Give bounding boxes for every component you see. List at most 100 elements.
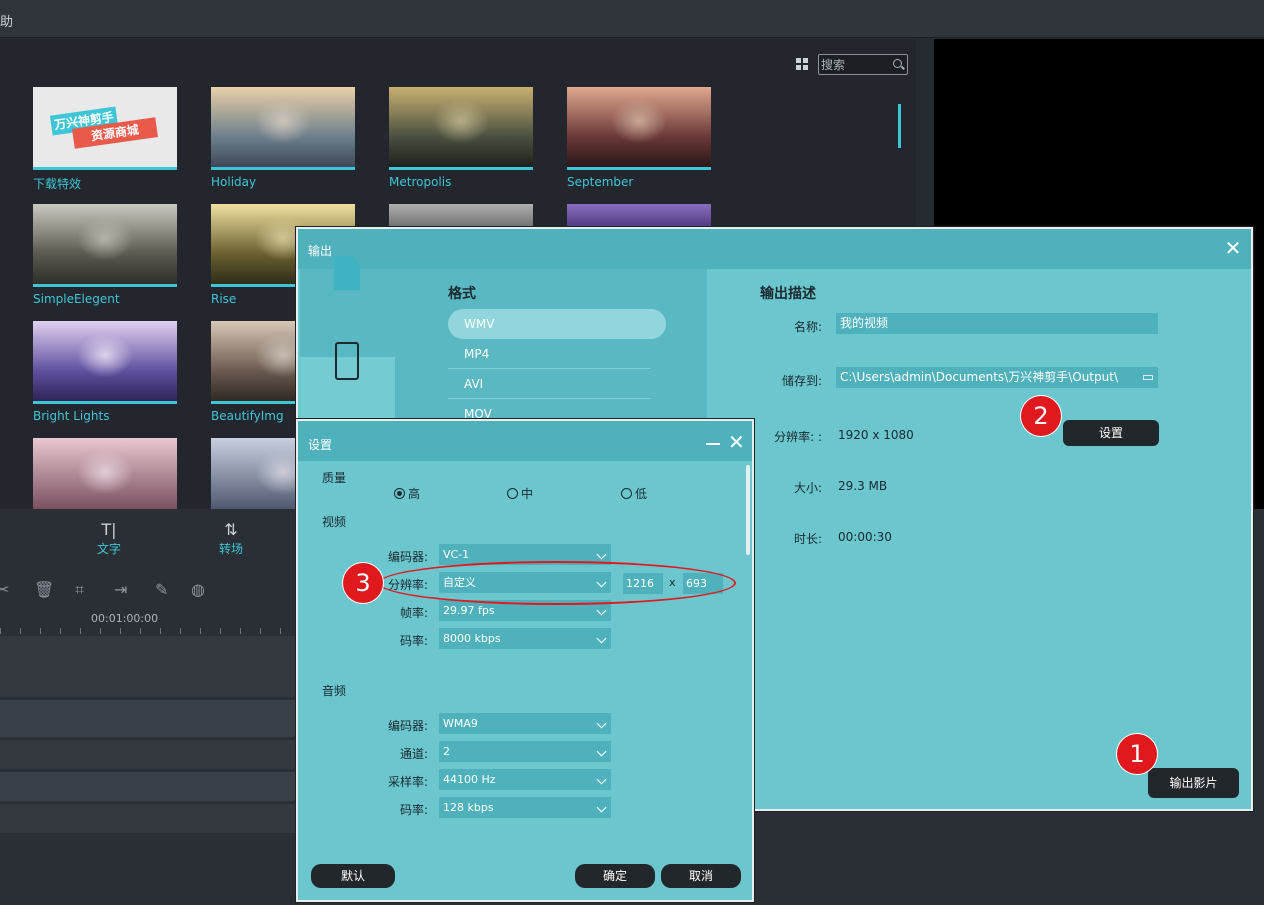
quality-label: 质量 (322, 469, 346, 486)
close-icon[interactable]: ✕ (728, 432, 745, 452)
resolution-value: 1920 x 1080 (838, 428, 914, 442)
annotation-badge-3: 3 (343, 563, 383, 603)
format-mp4[interactable]: MP4 (448, 339, 651, 369)
effect-thumb-simpleelegent[interactable] (33, 204, 177, 287)
audio-label: 音频 (322, 682, 346, 699)
effect-thumb-row2d[interactable] (567, 204, 711, 227)
video-bitrate-select[interactable]: 8000 kbps (439, 628, 611, 649)
video-encoder-label: 编码器: (338, 548, 428, 565)
timeline-track[interactable] (0, 740, 300, 770)
save-label: 储存到: (752, 372, 822, 389)
effect-label[interactable]: Bright Lights (33, 409, 109, 423)
highlight-ellipse (378, 561, 736, 605)
effect-label[interactable]: Rise (211, 292, 236, 306)
timeline-track[interactable] (0, 804, 300, 834)
detach-icon[interactable]: ⇥ (114, 580, 127, 599)
duration-label: 时长: (752, 530, 822, 547)
ok-button[interactable]: 确定 (575, 864, 655, 888)
settings-title: 设置 (308, 436, 332, 453)
quality-medium[interactable]: 中 (507, 485, 533, 502)
search-input[interactable] (821, 56, 891, 73)
transition-tool[interactable]: ⇅ 转场 (216, 520, 246, 557)
size-label: 大小: (752, 479, 822, 496)
audio-encoder-label: 编码器: (338, 717, 428, 734)
text-tool-label: 文字 (97, 542, 121, 556)
color-icon[interactable]: ◍ (191, 580, 205, 599)
effect-label[interactable]: Metropolis (389, 175, 451, 189)
annotation-badge-2: 2 (1021, 396, 1061, 436)
export-movie-button[interactable]: 输出影片 (1148, 768, 1239, 798)
library-scrollbar[interactable] (898, 104, 901, 148)
video-bitrate-label: 码率: (338, 632, 428, 649)
settings-scrollbar[interactable] (746, 465, 750, 555)
selection-arrow (395, 301, 409, 333)
export-titlebar: 输出 ✕ (298, 229, 1251, 269)
top-menu-bar: 助 (0, 0, 1264, 38)
effect-thumb-september[interactable] (567, 87, 711, 170)
effect-thumb-metropolis[interactable] (389, 87, 533, 170)
text-tool[interactable]: T| 文字 (94, 520, 124, 557)
close-icon[interactable]: ✕ (1223, 238, 1243, 258)
framerate-label: 帧率: (338, 604, 428, 621)
effect-thumb-row4b[interactable] (211, 438, 296, 509)
timeline-track[interactable] (0, 700, 300, 738)
search-box (818, 54, 908, 75)
effect-thumb-row2c[interactable] (389, 204, 533, 227)
export-title: 输出 (308, 242, 332, 259)
transition-tool-label: 转场 (219, 542, 243, 556)
name-label: 名称: (752, 318, 822, 335)
format-avi[interactable]: AVI (448, 369, 651, 399)
output-desc-title: 输出描述 (760, 283, 816, 303)
default-button[interactable]: 默认 (311, 864, 395, 888)
crop-icon[interactable]: ⌗ (75, 580, 84, 600)
save-path-value: C:\Users\admin\Documents\万兴神剪手\Output\ (840, 370, 1118, 384)
format-title: 格式 (448, 283, 476, 303)
name-field[interactable]: 我的视频 (836, 313, 1158, 334)
delete-icon[interactable]: 🗑 (34, 580, 54, 599)
effect-label[interactable]: SimpleElegent (33, 292, 120, 306)
transition-icon: ⇅ (216, 520, 246, 540)
effect-label[interactable]: 下载特效 (33, 175, 81, 192)
save-path-field[interactable]: C:\Users\admin\Documents\万兴神剪手\Output\ ▭ (836, 367, 1158, 388)
effect-thumb-brightlights[interactable] (33, 321, 177, 404)
duration-value: 00:00:30 (838, 530, 892, 544)
cancel-button[interactable]: 取消 (661, 864, 741, 888)
file-icon (334, 256, 360, 290)
samplerate-label: 采样率: (338, 773, 428, 790)
size-value: 29.3 MB (838, 479, 887, 493)
effect-thumb-holiday[interactable] (211, 87, 355, 170)
effect-label[interactable]: BeautifyImg (211, 409, 284, 423)
effect-thumb-row4a[interactable] (33, 438, 177, 509)
cut-icon[interactable]: ✂ (0, 580, 9, 599)
samplerate-select[interactable]: 44100 Hz (439, 769, 611, 790)
magic-icon[interactable]: ✎ (155, 580, 168, 599)
format-wmv[interactable]: WMV (448, 309, 666, 339)
settings-titlebar: 设置 ✕ (298, 421, 752, 461)
settings-dialog: 设置 ✕ 质量 高 中 低 视频 编码器: VC-1 分辨率: 自定义 1216… (296, 419, 754, 902)
minimize-icon[interactable] (706, 443, 720, 445)
settings-button[interactable]: 设置 (1063, 420, 1159, 446)
effect-label[interactable]: September (567, 175, 633, 189)
timeline-track[interactable] (0, 772, 300, 802)
effect-label[interactable]: Holiday (211, 175, 256, 189)
text-icon: T| (94, 520, 124, 540)
timeline-track[interactable] (0, 636, 300, 698)
video-label: 视频 (322, 513, 346, 530)
resolution-label: 分辨率: : (752, 428, 822, 445)
quality-high[interactable]: 高 (394, 485, 420, 502)
timecode: 00:01:00:00 (91, 612, 158, 625)
channel-select[interactable]: 2 (439, 741, 611, 762)
channel-label: 通道: (338, 745, 428, 762)
menu-help[interactable]: 助 (0, 11, 13, 30)
quality-low[interactable]: 低 (621, 485, 647, 502)
effect-thumb-download[interactable]: 万兴神剪手 资源商城 (33, 87, 177, 170)
phone-icon (335, 342, 359, 380)
annotation-badge-1: 1 (1117, 734, 1157, 774)
audio-encoder-select[interactable]: WMA9 (439, 713, 611, 734)
audio-bitrate-select[interactable]: 128 kbps (439, 797, 611, 818)
effect-thumb-beautifyimg[interactable] (211, 321, 296, 404)
folder-icon[interactable]: ▭ (1142, 367, 1154, 388)
grid-view-icon[interactable] (796, 58, 809, 71)
audio-bitrate-label: 码率: (338, 801, 428, 818)
search-icon[interactable] (893, 59, 902, 68)
